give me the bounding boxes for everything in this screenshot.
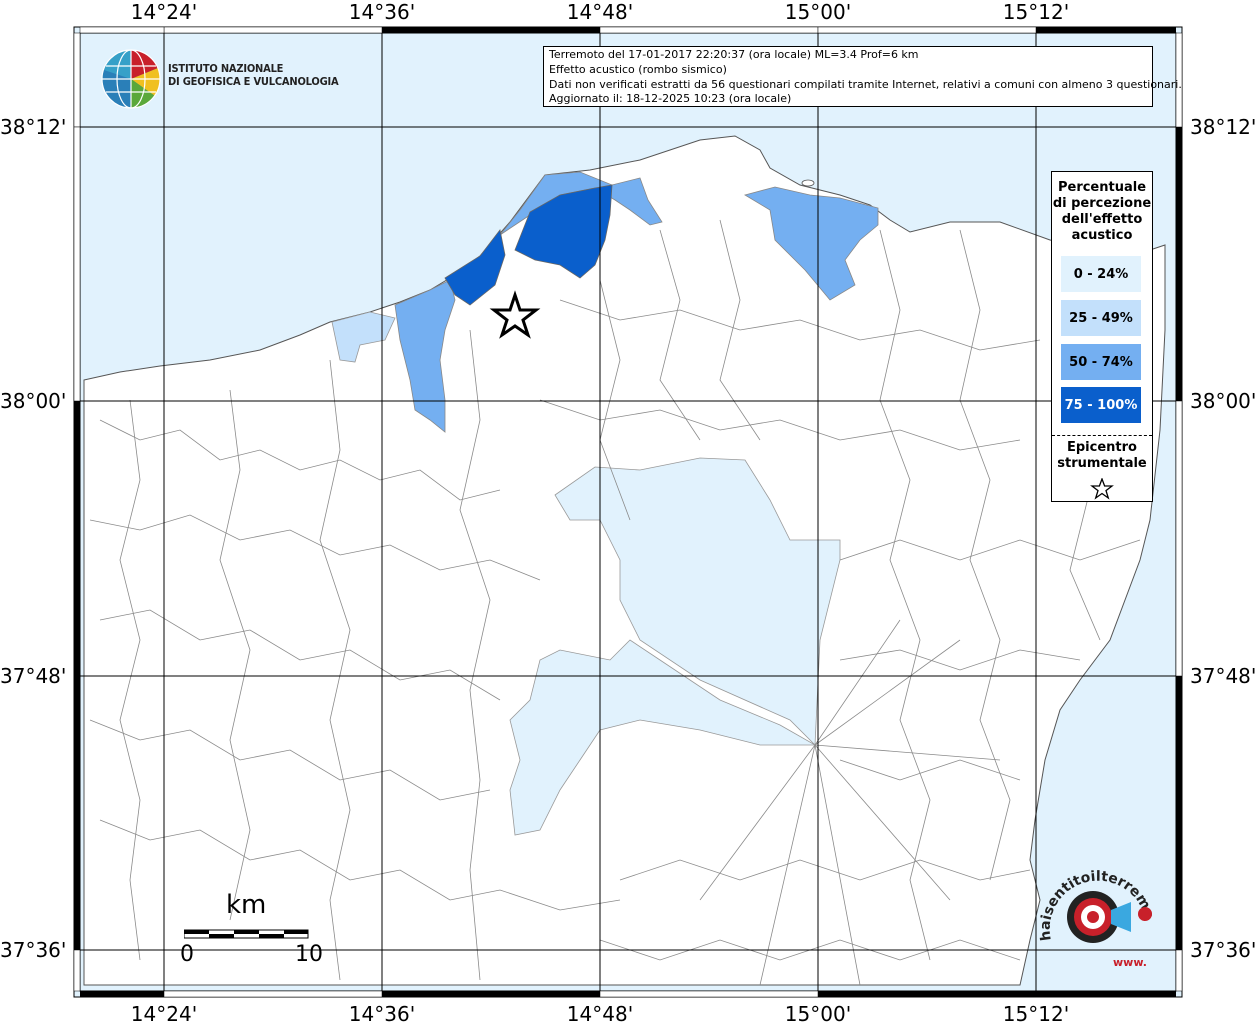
scale-min: 0 (180, 942, 194, 967)
tick-bottom-5: 15°12' (1002, 1002, 1070, 1026)
legend-class-25-49: 25 - 49% (1061, 300, 1141, 336)
scale-unit: km (226, 890, 267, 920)
event-info-box: Terremoto del 17-01-2017 22:20:37 (ora l… (543, 46, 1182, 107)
ingv-logo: ISTITUTO NAZIONALE DI GEOFISICA E VULCAN… (100, 48, 339, 110)
tick-top-4: 15°00' (784, 0, 852, 24)
tick-top-3: 14°48' (566, 0, 634, 24)
tick-left-4: 37°36' (0, 938, 67, 962)
legend-title-line3: dell'effetto (1061, 212, 1143, 227)
legend: Percentuale di percezione dell'effetto a… (1051, 171, 1153, 502)
data-note-line: Dati non verificati estratti da 56 quest… (549, 77, 1182, 91)
tick-bottom-4: 15°00' (784, 1002, 852, 1026)
tick-bottom-3: 14°48' (566, 1002, 634, 1026)
target-speaker-icon: haisentitoilterremoto.it www. (1028, 850, 1157, 969)
tick-right-2: 38°00' (1190, 389, 1255, 413)
ingv-line2: DI GEOFISICA E VULCANOLOGIA (168, 75, 339, 88)
legend-epicenter-line1: Epicentro (1067, 440, 1137, 455)
islet (801, 179, 815, 187)
tick-top-1: 14°24' (130, 0, 198, 24)
legend-title-line1: Percentuale (1057, 180, 1147, 195)
legend-epicenter-label: Epicentro strumentale (1052, 440, 1152, 472)
ingv-line1: ISTITUTO NAZIONALE (168, 62, 284, 75)
legend-class-50-74: 50 - 74% (1061, 344, 1141, 380)
scale-bar-graphic (184, 929, 309, 939)
tick-bottom-2: 14°36' (348, 1002, 416, 1026)
tick-right-3: 37°48' (1190, 664, 1255, 688)
legend-title: Percentuale di percezione dell'effetto a… (1052, 180, 1152, 244)
legend-class-75-100: 75 - 100% (1061, 387, 1141, 423)
tick-left-3: 37°48' (0, 664, 67, 688)
tick-left-2: 38°00' (0, 389, 67, 413)
legend-title-line4: acustico (1071, 228, 1133, 243)
scale-bar: km 0 10 (180, 890, 330, 970)
tick-right-4: 37°36' (1190, 938, 1255, 962)
updated-line: Aggiornato il: 18-12-2025 10:23 (ora loc… (549, 92, 792, 106)
tick-top-2: 14°36' (348, 0, 416, 24)
legend-title-line2: di percezione (1052, 196, 1152, 211)
effect-line: Effetto acustico (rombo sismico) (549, 62, 727, 76)
tick-top-5: 15°12' (1002, 0, 1070, 24)
star-outline-icon (1090, 478, 1114, 500)
tick-left-1: 38°12' (0, 115, 67, 139)
tick-right-1: 38°12' (1190, 115, 1255, 139)
legend-divider (1052, 435, 1152, 436)
tick-bottom-1: 14°24' (130, 1002, 198, 1026)
brand-www: www. (1113, 956, 1147, 969)
event-line: Terremoto del 17-01-2017 22:20:37 (ora l… (549, 48, 919, 61)
scale-max: 10 (295, 942, 323, 967)
legend-epicenter-line2: strumentale (1057, 456, 1147, 471)
globe-icon (101, 49, 161, 109)
legend-class-0-24: 0 - 24% (1061, 256, 1141, 292)
haisentito-logo: haisentitoilterremoto.it www. (1028, 850, 1163, 982)
